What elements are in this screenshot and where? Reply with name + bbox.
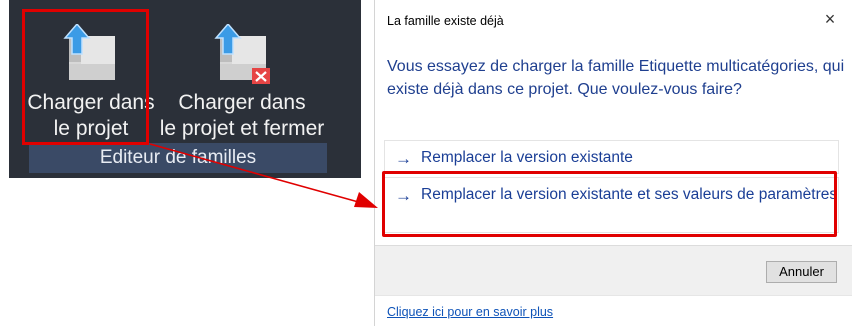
close-icon[interactable]: × — [819, 8, 841, 30]
dialog-title: La famille existe déjà — [387, 14, 504, 28]
option-label: Remplacer la version existante — [421, 149, 633, 166]
load-into-project-button[interactable]: Charger dans le projet — [25, 14, 157, 142]
load-into-project-and-close-label-line2: le projet et fermer — [159, 117, 325, 140]
load-into-project-and-close-icon — [214, 24, 270, 84]
arrow-right-icon: → — [395, 149, 412, 168]
dialog-footer: Annuler — [375, 245, 852, 296]
dialog-message: Vous essayez de charger la famille Etiqu… — [387, 58, 845, 98]
family-exists-dialog: La famille existe déjà × Vous essayez de… — [374, 0, 852, 327]
load-into-project-icon — [63, 24, 115, 80]
arrow-right-icon: → — [395, 186, 412, 205]
replace-existing-version-and-parameters-option[interactable]: → Remplacer la version existante et ses … — [384, 177, 839, 233]
cancel-button[interactable]: Annuler — [766, 261, 837, 283]
load-into-project-label-line1: Charger dans — [27, 91, 155, 114]
load-into-project-label-line2: le projet — [53, 117, 129, 140]
ribbon-panel: Charger dans le projet Charger dans le p… — [9, 0, 361, 178]
replace-existing-version-option[interactable]: → Remplacer la version existante — [384, 140, 839, 174]
ribbon-panel-title: Editeur de familles — [29, 143, 327, 173]
load-into-project-and-close-label-line1: Charger dans — [178, 91, 306, 114]
dialog-help-area: Cliquez ici pour en savoir plus — [375, 295, 852, 327]
help-link[interactable]: Cliquez ici pour en savoir plus — [387, 305, 553, 319]
option-label: Remplacer la version existante et ses va… — [421, 186, 838, 203]
load-into-project-and-close-button[interactable]: Charger dans le projet et fermer — [156, 14, 328, 142]
